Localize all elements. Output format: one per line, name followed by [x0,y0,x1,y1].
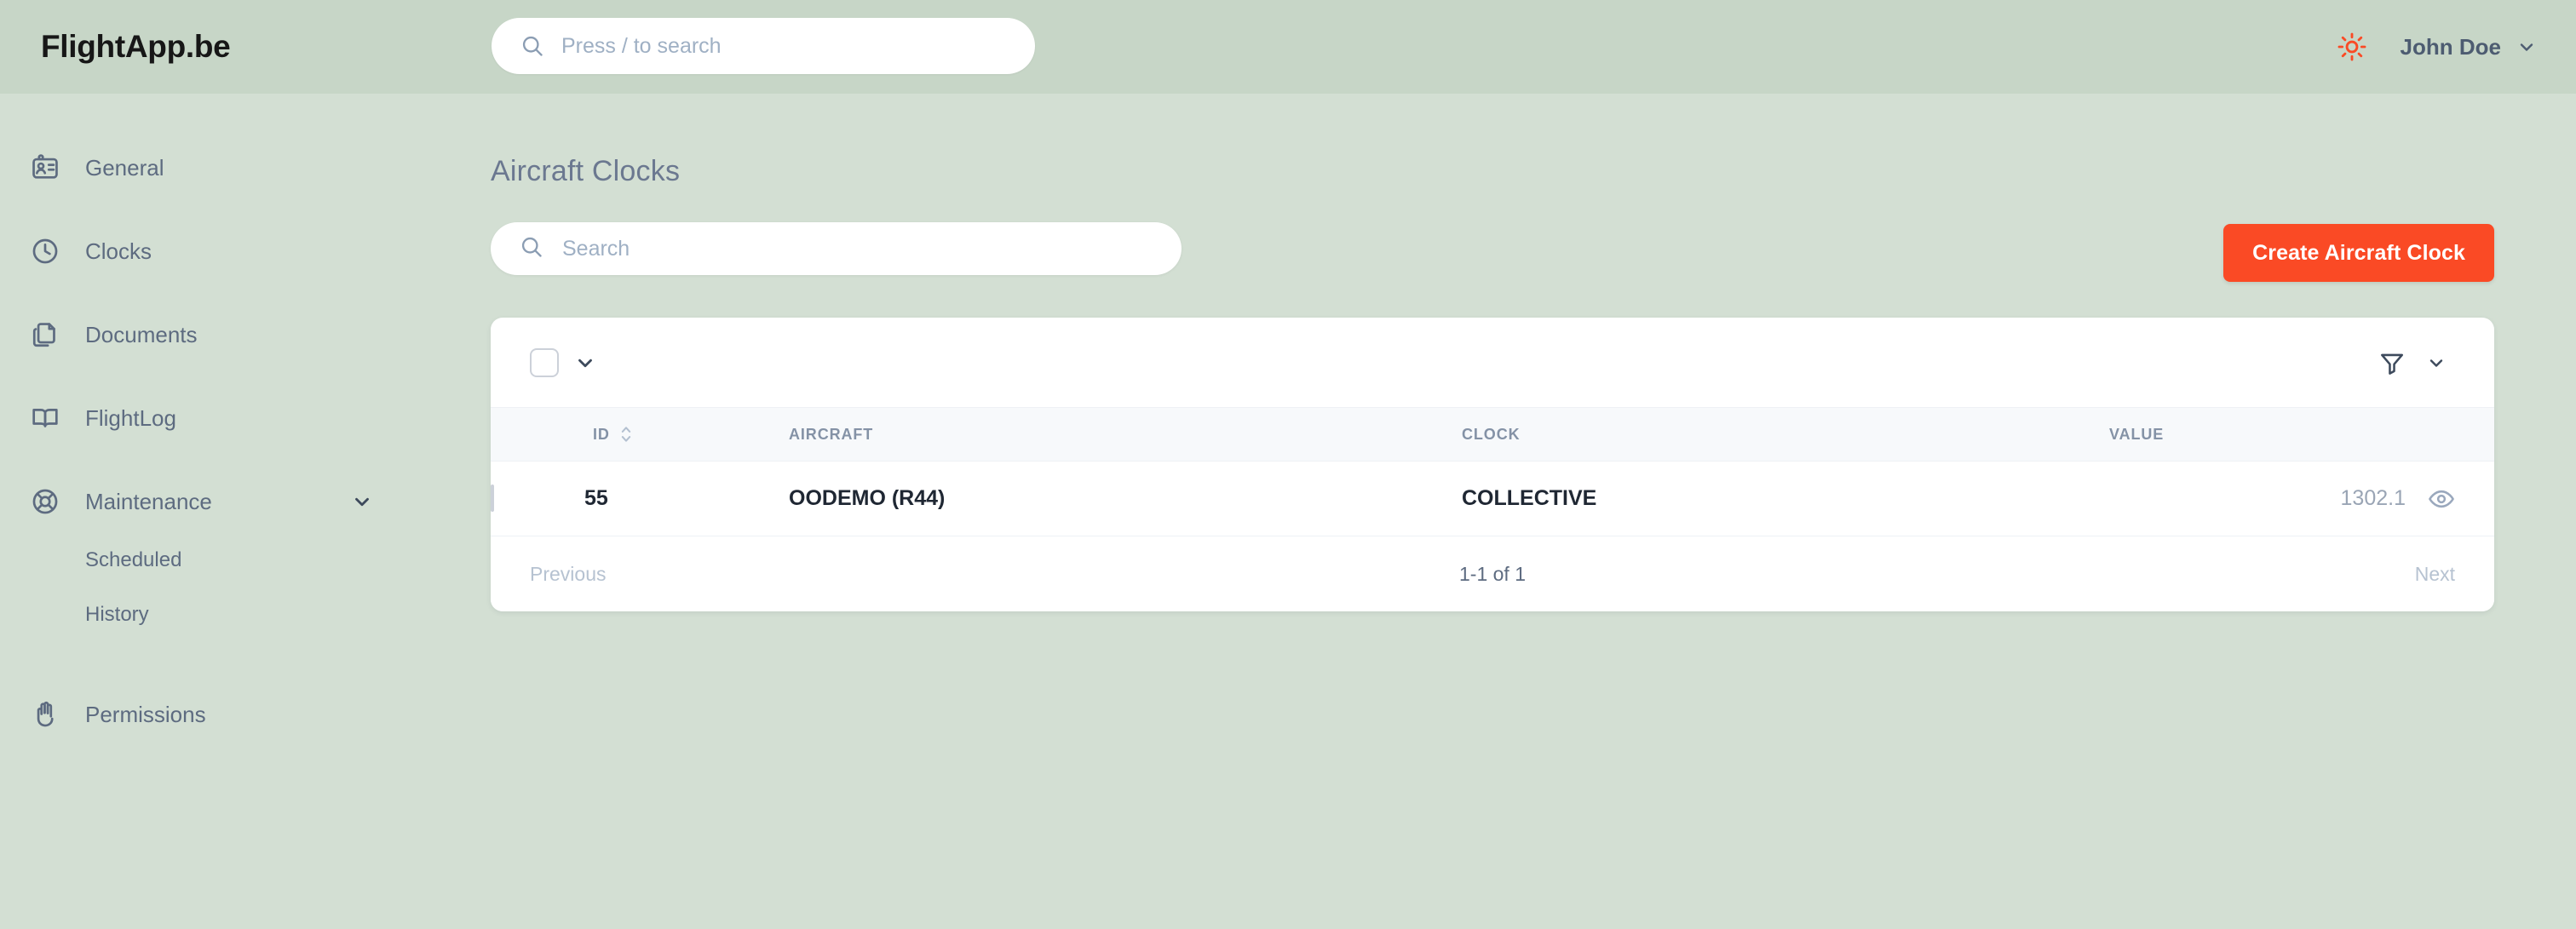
sidebar-item-label: Documents [85,321,198,347]
aircraft-clocks-table: ID AIRCRAFT CLOCK VALUE 55 OODEMO (R44) … [491,407,2494,536]
column-header-clock: CLOCK [1462,407,2109,462]
top-bar-actions: John Doe [2337,0,2537,94]
column-header-aircraft: AIRCRAFT [789,407,1462,462]
cell-value: 1302.1 [2109,461,2494,536]
eye-icon[interactable] [2428,485,2455,513]
chevron-down-icon[interactable] [2426,353,2447,373]
column-header-select [491,407,584,462]
aircraft-clocks-table-card: ID AIRCRAFT CLOCK VALUE 55 OODEMO (R44) … [491,318,2494,611]
table-row[interactable]: 55 OODEMO (R44) COLLECTIVE 1302.1 [491,461,2494,536]
sidebar-item-label: General [85,154,164,181]
search-icon [520,235,543,263]
main-content: Aircraft Clocks Search Create Aircraft C… [491,94,2576,929]
sidebar-subitem-label: Scheduled [85,548,182,571]
create-aircraft-clock-button[interactable]: Create Aircraft Clock [2223,224,2494,282]
cell-id: 55 [584,461,789,536]
bulk-select-group [530,347,596,377]
cell-aircraft: OODEMO (R44) [789,461,1462,536]
sidebar-subitem-scheduled[interactable]: Scheduled [0,533,491,588]
app-brand-logo[interactable]: FlightApp.be [41,29,231,65]
top-bar: FlightApp.be Press / to search John Doe [0,0,2576,94]
documents-icon [29,318,61,351]
filter-group [2378,349,2447,376]
table-header-row: ID AIRCRAFT CLOCK VALUE [491,407,2494,462]
sidebar-subitem-label: History [85,603,149,626]
column-header-value: VALUE [2109,407,2494,462]
sidebar-item-flightlog[interactable]: FlightLog [0,387,491,450]
search-icon [520,34,544,58]
select-all-checkbox[interactable] [530,347,559,377]
user-name: John Doe [2400,33,2501,60]
search-input[interactable]: Search [491,222,1182,275]
global-search-input[interactable]: Press / to search [492,18,1035,74]
cell-clock: COLLECTIVE [1462,461,2109,536]
sidebar-item-label: Clocks [85,238,152,264]
sort-arrows-icon[interactable] [618,424,634,444]
chevron-down-icon[interactable] [574,352,596,374]
book-open-icon [29,402,61,434]
hand-icon [29,698,61,731]
lifebuoy-icon [29,485,61,518]
sidebar-item-label: FlightLog [85,404,176,431]
column-header-id[interactable]: ID [584,407,789,462]
sidebar-item-clocks[interactable]: Clocks [0,220,491,283]
pagination-next-button[interactable]: Next [2415,563,2455,586]
pagination-info: 1-1 of 1 [1459,562,1526,585]
sidebar-item-permissions[interactable]: Permissions [0,683,491,746]
table-toolbar [491,318,2494,407]
table-pagination: Previous 1-1 of 1 Next [491,536,2494,611]
sidebar-navigation: General Clocks Documents FlightLog Maint… [0,94,491,929]
sidebar-item-general[interactable]: General [0,136,491,199]
sidebar-item-label: Permissions [85,701,206,727]
column-header-id-label: ID [593,425,610,443]
row-select-cell [491,461,584,536]
filter-icon[interactable] [2378,349,2406,376]
id-card-icon [29,152,61,184]
sidebar-item-maintenance[interactable]: Maintenance [0,470,491,533]
chevron-down-icon[interactable] [351,490,373,513]
sidebar-item-documents[interactable]: Documents [0,303,491,366]
search-placeholder: Search [562,236,630,261]
cell-value-text: 1302.1 [2340,486,2406,510]
page-title: Aircraft Clocks [491,155,681,187]
clock-icon [29,235,61,267]
sidebar-item-label: Maintenance [85,488,212,514]
sun-icon[interactable] [2337,32,2366,61]
global-search-placeholder: Press / to search [561,33,722,58]
row-checkbox[interactable] [491,485,494,512]
sidebar-subitem-history[interactable]: History [0,588,491,642]
chevron-down-icon [2516,37,2537,57]
user-menu[interactable]: John Doe [2401,34,2537,60]
